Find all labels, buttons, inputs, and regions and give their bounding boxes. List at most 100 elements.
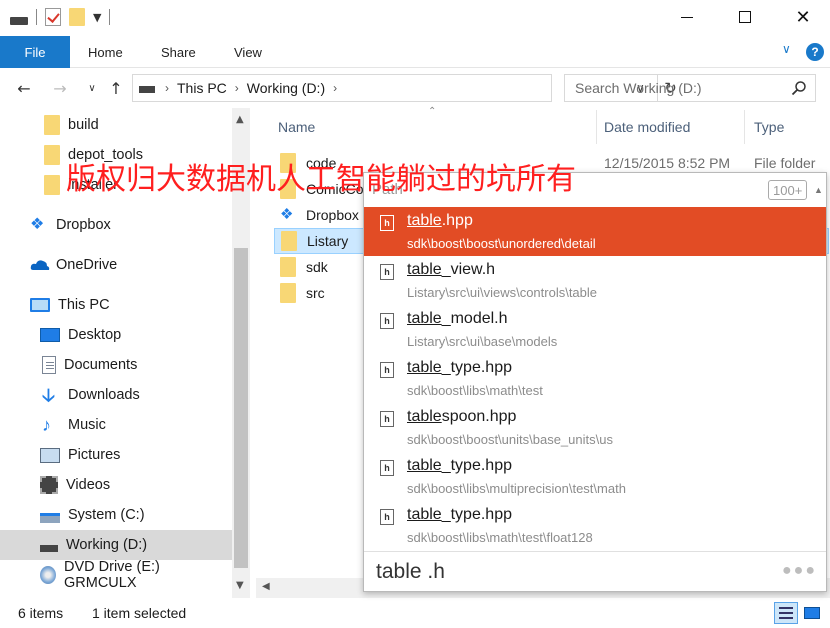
column-header-type[interactable]: Type — [754, 116, 784, 138]
column-separator[interactable] — [744, 110, 745, 144]
nav-item-label: Desktop — [68, 327, 122, 343]
tab-home[interactable]: Home — [88, 36, 123, 68]
properties-icon[interactable] — [45, 8, 61, 26]
address-row: ← → ∨ ↑ › This PC › Working (D:) › ∨ ↻ S… — [0, 68, 830, 108]
search-placeholder: Search Working (D:) — [575, 80, 702, 96]
result-item[interactable]: h table_type.hpp sdk\boost\libs\math\tes… — [364, 501, 826, 550]
search-query-input[interactable]: table .h — [376, 560, 445, 584]
file-type: File folder — [754, 155, 816, 171]
popup-scroll-up-icon[interactable]: ▲ — [814, 185, 823, 195]
dropbox-icon: ❖ — [280, 206, 294, 223]
folder-icon — [280, 283, 296, 303]
tab-view[interactable]: View — [234, 36, 262, 68]
breadcrumb-chevron-icon[interactable]: › — [235, 81, 239, 95]
system-drive-icon — [40, 513, 60, 523]
nav-item-label: DVD Drive (E:) GRMCULX — [64, 559, 160, 591]
header-file-icon: h — [380, 215, 394, 231]
back-arrow-icon[interactable]: ← — [14, 77, 34, 99]
toolbar-separator — [36, 9, 37, 25]
nav-item-label: build — [68, 117, 99, 133]
large-icons-view-icon — [804, 607, 820, 619]
nav-item-onedrive[interactable]: OneDrive — [0, 250, 232, 280]
result-name: tablespoon.hpp — [407, 408, 517, 425]
close-button[interactable]: ✕ — [788, 6, 818, 28]
result-name: table.hpp — [407, 212, 473, 229]
quick-access-toolbar: ▼ — [10, 8, 111, 26]
nav-item-label: Working (D:) — [66, 537, 148, 553]
header-file-icon: h — [380, 362, 394, 378]
nav-item-label: Pictures — [68, 447, 121, 463]
breadcrumb-chevron-icon[interactable]: › — [333, 81, 337, 95]
computer-icon — [30, 298, 50, 312]
nav-item-build[interactable]: build — [0, 110, 232, 140]
scroll-left-icon[interactable]: ◀ — [262, 581, 270, 592]
minimize-icon — [681, 16, 693, 18]
scroll-down-icon[interactable]: ▼ — [236, 580, 244, 591]
result-name: table_type.hpp — [407, 457, 512, 474]
new-folder-icon[interactable] — [69, 8, 85, 26]
watermark-text: 版权归大数据机人工智能躺过的坑所有 — [66, 162, 576, 197]
scroll-up-icon[interactable]: ▲ — [236, 114, 244, 125]
search-input[interactable]: Search Working (D:) — [564, 74, 816, 102]
expand-ribbon-chevron-icon[interactable]: ∨ — [782, 42, 791, 56]
column-header-name[interactable]: Name — [278, 116, 315, 138]
result-item[interactable]: h table_model.h Listary\src\ui\base\mode… — [364, 305, 826, 354]
dropbox-icon: ❖ — [30, 216, 45, 233]
nav-item-documents[interactable]: Documents — [0, 350, 232, 380]
file-date: 12/15/2015 8:52 PM — [604, 155, 731, 171]
column-separator[interactable] — [596, 110, 597, 144]
result-item[interactable]: h table_type.hpp sdk\boost\libs\math\tes… — [364, 354, 826, 403]
file-name: Dropbox — [306, 207, 359, 223]
result-item[interactable]: h tablespoon.hpp sdk\boost\boost\units\b… — [364, 403, 826, 452]
tab-file[interactable]: File — [0, 36, 70, 68]
minimize-button[interactable] — [672, 6, 702, 28]
column-header-date[interactable]: Date modified — [604, 116, 690, 138]
dvd-icon — [40, 566, 56, 584]
scrollbar-thumb[interactable] — [234, 248, 248, 568]
nav-item-dvd-drive[interactable]: DVD Drive (E:) GRMCULX — [0, 559, 232, 591]
more-options-icon[interactable]: ●●● — [782, 562, 817, 580]
nav-item-system-c[interactable]: System (C:) — [0, 500, 232, 530]
result-item[interactable]: h table.hpp sdk\boost\boost\unordered\de… — [364, 207, 826, 256]
breadcrumb-working-drive[interactable]: Working (D:) — [247, 80, 325, 96]
tab-share[interactable]: Share — [161, 36, 196, 68]
nav-item-label: This PC — [58, 297, 110, 313]
help-icon[interactable]: ? — [806, 43, 824, 61]
folder-icon — [280, 257, 296, 277]
header-file-icon: h — [380, 411, 394, 427]
result-name: table_type.hpp — [407, 359, 512, 376]
folder-icon — [44, 145, 60, 165]
address-bar[interactable]: › This PC › Working (D:) › ∨ ↻ — [132, 74, 677, 102]
nav-item-downloads[interactable]: 🡣 Downloads — [0, 380, 232, 410]
up-arrow-icon[interactable]: ↑ — [106, 77, 126, 99]
result-item[interactable]: h table_view.h Listary\src\ui\views\cont… — [364, 256, 826, 305]
folder-icon — [44, 175, 60, 195]
header-file-icon: h — [380, 313, 394, 329]
maximize-button[interactable] — [730, 6, 760, 28]
recent-locations-chevron-icon[interactable]: ∨ — [82, 77, 102, 99]
nav-item-desktop[interactable]: Desktop — [0, 320, 232, 350]
nav-item-working-d[interactable]: Working (D:) — [0, 530, 232, 560]
status-bar: 6 items 1 item selected — [0, 600, 830, 628]
close-icon: ✕ — [795, 6, 811, 28]
nav-item-videos[interactable]: Videos — [0, 470, 232, 500]
folder-icon — [281, 231, 297, 251]
popup-query-bar[interactable]: table .h ●●● — [364, 551, 826, 591]
folder-icon — [44, 115, 60, 135]
result-path: sdk\boost\boost\units\base_units\us — [407, 432, 613, 447]
drive-icon — [139, 86, 155, 93]
nav-item-dropbox[interactable]: ❖ Dropbox — [0, 210, 232, 240]
nav-item-label: System (C:) — [68, 507, 145, 523]
breadcrumb-chevron-icon[interactable]: › — [165, 81, 169, 95]
item-count: 6 items — [18, 605, 64, 621]
search-icon[interactable] — [791, 80, 807, 96]
forward-arrow-icon[interactable]: → — [50, 77, 70, 99]
nav-item-music[interactable]: ♪ Music — [0, 410, 232, 440]
nav-item-pictures[interactable]: Pictures — [0, 440, 232, 470]
breadcrumb-this-pc[interactable]: This PC — [177, 80, 227, 96]
large-icons-view-button[interactable] — [802, 604, 822, 622]
details-view-button[interactable] — [774, 602, 798, 624]
nav-item-this-pc[interactable]: This PC — [0, 290, 232, 320]
customize-toolbar-icon[interactable]: ▼ — [93, 11, 101, 24]
result-item[interactable]: h table_type.hpp sdk\boost\libs\multipre… — [364, 452, 826, 501]
